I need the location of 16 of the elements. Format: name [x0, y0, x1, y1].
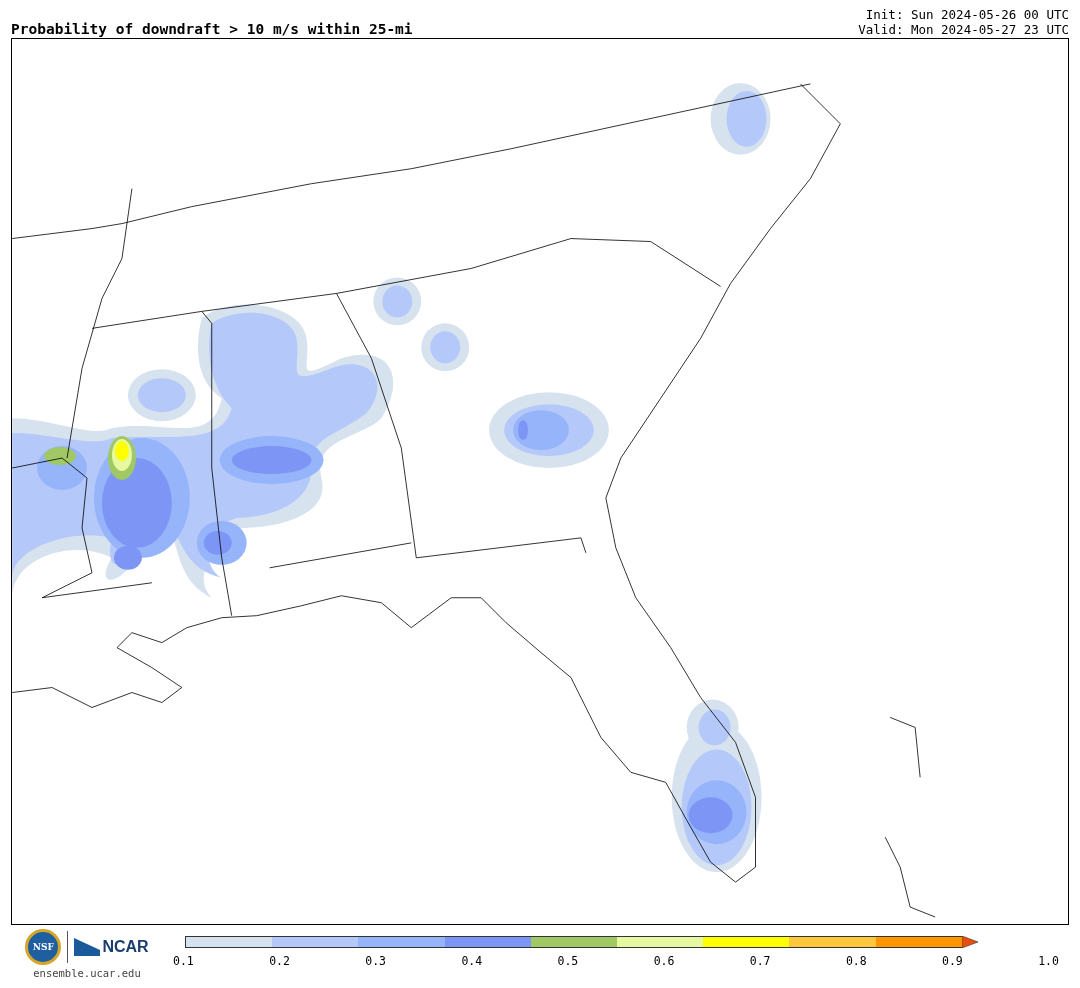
colorbar-tick-label: 0.1: [173, 954, 194, 968]
ncar-logo: NCAR: [74, 938, 149, 956]
nsf-logo: NSF: [25, 929, 62, 965]
colorbar-tick-label: 0.5: [557, 954, 579, 968]
colorbar-tick-label: 0.7: [749, 954, 771, 968]
colorbar-tick-label: 0.9: [942, 954, 963, 968]
colorbar-tick-label: 0.4: [461, 954, 483, 968]
website-url: ensemble.ucar.edu: [33, 967, 141, 979]
colorbar-tick-label: 0.8: [845, 954, 867, 968]
colorbar-tick-label: 0.3: [365, 954, 387, 968]
map-title: Probability of downdraft > 10 m/s within 25-mi: [11, 21, 413, 37]
colorbar-tick-label: 0.2: [269, 954, 290, 968]
init-time: Init: Sun 2024-05-26 00 UTC: [864, 7, 1069, 22]
colorbar-tick-label: 1.0: [1038, 954, 1059, 968]
colorbar-tick-label: 0.6: [653, 954, 675, 968]
valid-time: Valid: Mon 2024-05-27 23 UTC: [858, 22, 1069, 37]
